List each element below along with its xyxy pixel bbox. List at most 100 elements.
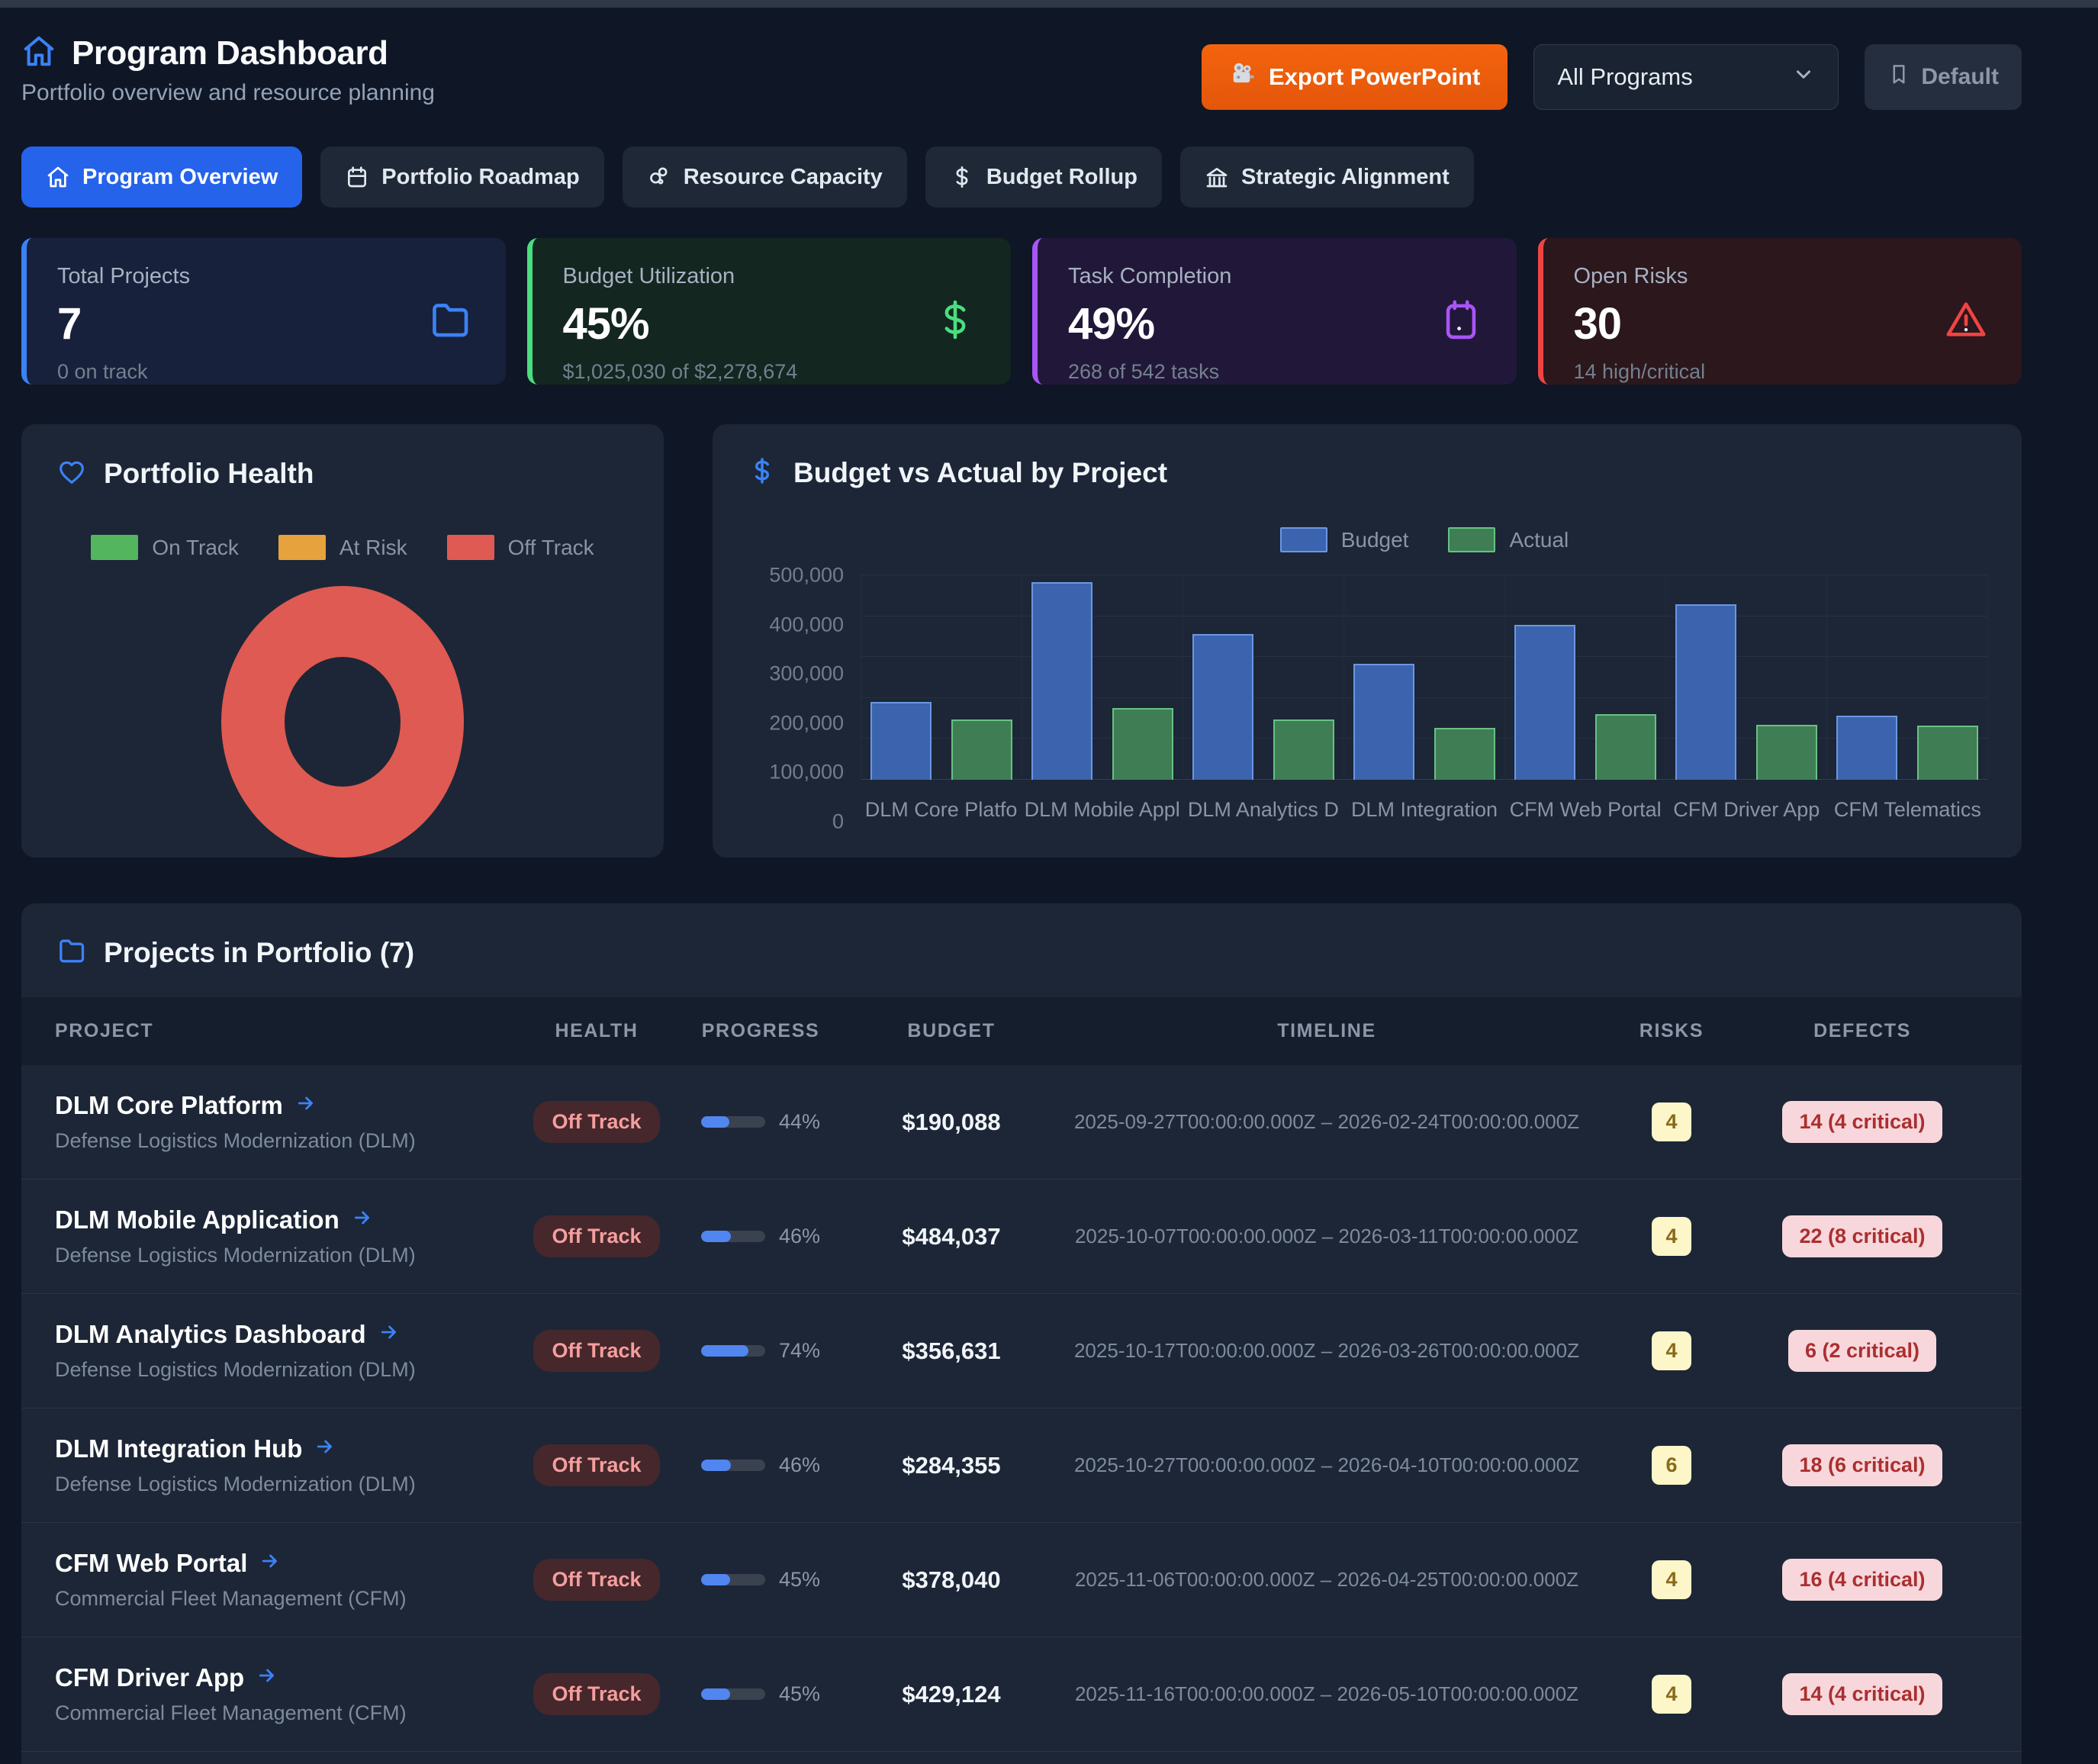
legend-item-at-risk[interactable]: At Risk	[278, 535, 407, 560]
progress-cell: 44%	[665, 1110, 856, 1134]
tab-label: Program Overview	[82, 165, 278, 190]
health-badge: Off Track	[533, 1444, 659, 1486]
budget-bar	[1514, 625, 1575, 780]
legend-item-on-track[interactable]: On Track	[91, 535, 239, 560]
kpi-card-task-completion: Task Completion49%268 of 542 tasks	[1032, 238, 1517, 385]
bar-chart-y-axis: 0100,000200,000300,000400,000500,000	[746, 575, 844, 822]
tab-strategic-alignment[interactable]: Strategic Alignment	[1180, 146, 1474, 208]
tab-label: Strategic Alignment	[1241, 165, 1450, 190]
health-badge: Off Track	[533, 1101, 659, 1143]
tab-label: Portfolio Roadmap	[381, 165, 579, 190]
project-program: Commercial Fleet Management (CFM)	[55, 1587, 528, 1611]
column-header-timeline: TIMELINE	[1047, 1020, 1607, 1042]
calendar-icon	[345, 165, 369, 189]
table-row-cfm-driver-app: CFM Driver AppCommercial Fleet Managemen…	[21, 1637, 2022, 1751]
budget-bar	[1031, 582, 1092, 780]
defects-badge: 16 (4 critical)	[1782, 1559, 1942, 1601]
legend-swatch	[278, 535, 326, 560]
actual-bar	[1756, 725, 1817, 780]
budget-value: $284,355	[902, 1452, 1000, 1479]
dollar-icon	[748, 456, 777, 489]
arrow-right-icon	[314, 1434, 336, 1463]
risks-badge: 6	[1652, 1446, 1691, 1485]
kpi-label: Total Projects	[57, 264, 475, 289]
legend-label: Off Track	[508, 536, 594, 560]
program-select[interactable]: All Programs	[1533, 44, 1839, 110]
projects-table-title: Projects in Portfolio (7)	[104, 937, 414, 969]
table-row-dlm-core-platform: DLM Core PlatformDefense Logistics Moder…	[21, 1065, 2022, 1179]
kpi-subtext: 14 high/critical	[1574, 360, 1992, 384]
actual-bar	[1595, 714, 1656, 780]
project-name-link[interactable]: CFM Web Portal	[55, 1549, 528, 1578]
actual-bar	[1917, 726, 1978, 780]
y-tick-label: 300,000	[769, 662, 844, 686]
budget-bar	[1675, 604, 1736, 780]
arrow-right-icon	[256, 1663, 278, 1692]
project-name-link[interactable]: DLM Core Platform	[55, 1091, 528, 1120]
x-tick-label: CFM Telematics	[1827, 798, 1988, 822]
actual-bar	[1434, 728, 1495, 780]
project-name-link[interactable]: DLM Mobile Application	[55, 1206, 528, 1234]
tab-program-overview[interactable]: Program Overview	[21, 146, 302, 208]
progress-percent: 46%	[779, 1453, 820, 1477]
health-legend: On Track At Risk Off Track	[21, 535, 664, 560]
chevron-down-icon	[1792, 63, 1815, 92]
health-badge: Off Track	[533, 1330, 659, 1372]
budget-value: $190,088	[902, 1109, 1000, 1136]
kpi-subtext: 0 on track	[57, 360, 475, 384]
landmark-icon	[1205, 165, 1229, 189]
users-icon	[647, 165, 671, 189]
timeline-range: 2025-09-27T00:00:00.000Z – 2026-02-24T00…	[1074, 1110, 1579, 1134]
legend-label: At Risk	[339, 536, 407, 560]
arrow-right-icon	[295, 1091, 317, 1120]
tab-portfolio-roadmap[interactable]: Portfolio Roadmap	[320, 146, 603, 208]
budget-bar-chart: 0100,000200,000300,000400,000500,000 DLM…	[746, 575, 1988, 822]
table-header-row: PROJECTHEALTHPROGRESSBUDGETTIMELINERISKS…	[21, 997, 2022, 1065]
progress-bar	[701, 1574, 765, 1585]
legend-swatch	[1280, 527, 1327, 552]
bar-chart-legend: Budget Actual	[827, 527, 2022, 552]
kpi-label: Open Risks	[1574, 264, 1992, 289]
budget-vs-actual-panel: Budget vs Actual by Project BudgetActual…	[713, 424, 2022, 858]
project-name: DLM Core Platform	[55, 1091, 283, 1120]
column-header-project: PROJECT	[55, 1020, 528, 1042]
legend-item-actual[interactable]: Actual	[1448, 527, 1569, 552]
kpi-card-budget-utilization: Budget Utilization45%$1,025,030 of $2,27…	[527, 238, 1012, 385]
kpi-label: Budget Utilization	[563, 264, 981, 289]
progress-bar	[701, 1116, 765, 1128]
progress-percent: 74%	[779, 1339, 820, 1363]
table-body: DLM Core Platform Defense Logistics Moder…	[21, 1065, 2022, 1764]
legend-item-budget[interactable]: Budget	[1280, 527, 1409, 552]
risks-badge: 4	[1652, 1331, 1691, 1370]
alert-triangle-icon	[1944, 298, 1988, 346]
kpi-label: Task Completion	[1068, 264, 1486, 289]
bar-chart-plot	[861, 575, 1988, 780]
legend-swatch	[1448, 527, 1495, 552]
project-name-link[interactable]: DLM Analytics Dashboard	[55, 1320, 528, 1349]
column-header-budget: BUDGET	[856, 1020, 1047, 1042]
arrow-right-icon	[259, 1549, 281, 1578]
project-name-link[interactable]: CFM Driver App	[55, 1663, 528, 1692]
progress-bar	[701, 1345, 765, 1357]
default-view-button[interactable]: Default	[1865, 44, 2022, 110]
charts-row: Portfolio Health On TrackAt RiskOff Trac…	[21, 424, 2022, 856]
defects-badge: 14 (4 critical)	[1782, 1673, 1942, 1715]
tab-budget-rollup[interactable]: Budget Rollup	[925, 146, 1162, 208]
project-program: Defense Logistics Modernization (DLM)	[55, 1244, 528, 1267]
legend-item-off-track[interactable]: Off Track	[447, 535, 594, 560]
export-powerpoint-button[interactable]: Export PowerPoint	[1202, 44, 1508, 110]
legend-swatch	[91, 535, 138, 560]
project-name-link[interactable]: DLM Integration Hub	[55, 1434, 528, 1463]
legend-label: On Track	[152, 536, 239, 560]
y-tick-label: 100,000	[769, 761, 844, 784]
kpi-value: 7	[57, 298, 475, 349]
tab-resource-capacity[interactable]: Resource Capacity	[623, 146, 907, 208]
y-tick-label: 0	[832, 810, 844, 834]
table-row-dlm-analytics-dashboard: DLM Analytics DashboardDefense Logistics…	[21, 1293, 2022, 1408]
risks-badge: 4	[1652, 1102, 1691, 1141]
bar-group-dlm-core-platfo	[861, 575, 1022, 780]
column-header-progress: PROGRESS	[665, 1020, 856, 1042]
progress-percent: 45%	[779, 1568, 820, 1592]
kpi-subtext: $1,025,030 of $2,278,674	[563, 360, 981, 384]
project-name: DLM Integration Hub	[55, 1434, 302, 1463]
